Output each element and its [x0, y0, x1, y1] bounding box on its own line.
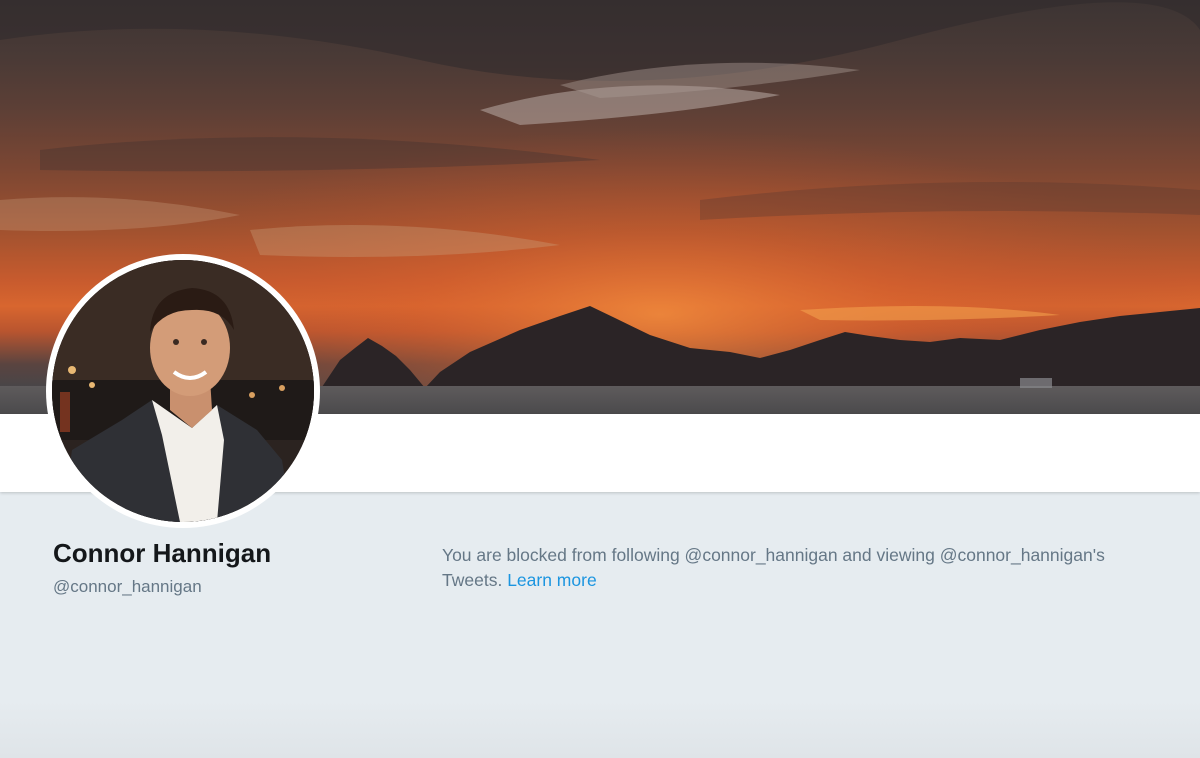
avatar-photo	[52, 260, 314, 522]
learn-more-link[interactable]: Learn more	[507, 570, 597, 590]
blocked-notice: You are blocked from following @connor_h…	[442, 543, 1142, 593]
profile-name[interactable]: Connor Hannigan	[53, 538, 271, 569]
profile-page: Connor Hannigan @connor_hannigan You are…	[0, 0, 1200, 758]
bottom-shadow	[0, 700, 1200, 758]
profile-handle[interactable]: @connor_hannigan	[53, 577, 202, 597]
profile-avatar[interactable]	[46, 254, 320, 528]
person-portrait-image	[52, 260, 314, 522]
